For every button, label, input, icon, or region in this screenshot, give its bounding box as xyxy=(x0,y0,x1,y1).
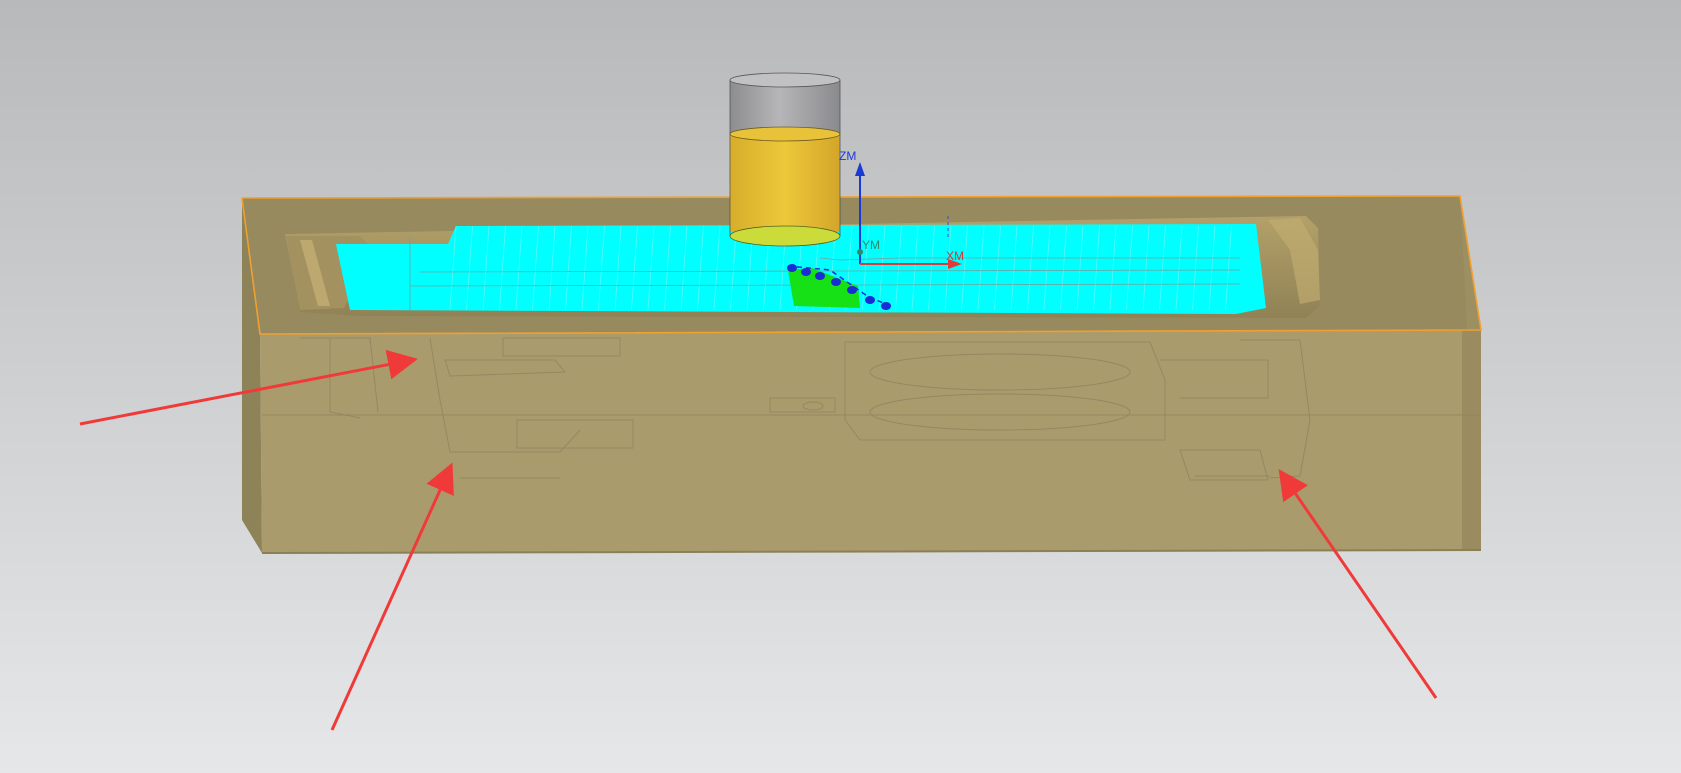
z-axis-label: ZM xyxy=(839,149,856,163)
tool-top-cap xyxy=(729,72,841,88)
cad-scene[interactable]: ZM XM YM xyxy=(0,0,1681,773)
part-right-strip xyxy=(1462,330,1481,550)
tool-shank xyxy=(730,80,840,134)
x-axis-label: XM xyxy=(946,249,964,263)
toolpath-step-marker xyxy=(881,302,891,310)
toolpath-step-marker xyxy=(815,272,825,280)
cutting-tool[interactable] xyxy=(729,72,841,247)
y-axis-label: YM xyxy=(862,238,880,252)
toolpath-step-marker xyxy=(787,264,797,272)
tool-flute xyxy=(730,134,840,232)
part-front-face[interactable] xyxy=(260,330,1481,553)
toolpath-step-marker xyxy=(801,268,811,276)
cad-3d-viewport[interactable]: ZM XM YM xyxy=(0,0,1681,773)
toolpath-step-marker xyxy=(831,278,841,286)
tool-tip xyxy=(729,225,841,247)
tool-flute-top xyxy=(729,126,841,142)
